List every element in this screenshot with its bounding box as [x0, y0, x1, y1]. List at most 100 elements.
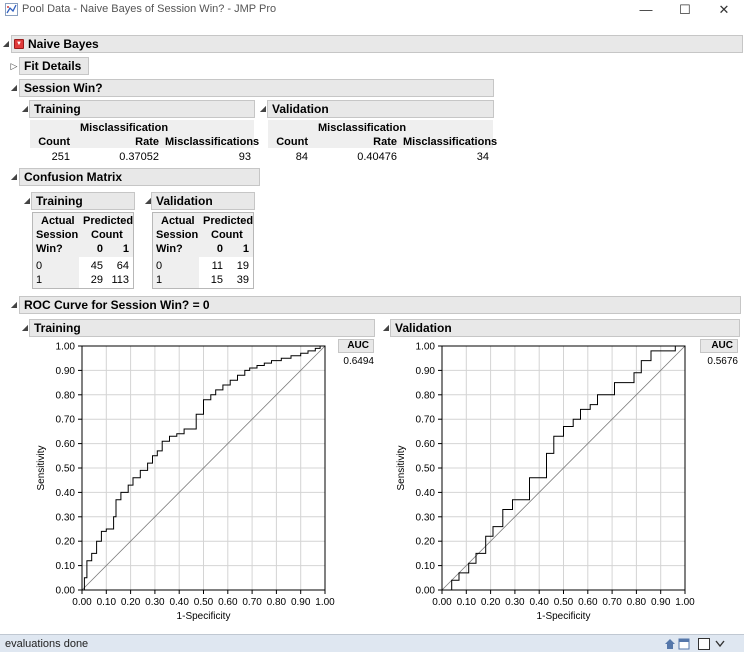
maximize-button[interactable]: ☐	[667, 0, 703, 20]
y-tick-label: 0.00	[416, 586, 436, 597]
roc-chart-training[interactable]: 0.00 0.10 0.20 0.30 0.40 0.50 0.60 0.70 0.80 0.90…	[30, 338, 338, 628]
cm-session-label: Session	[156, 229, 199, 241]
x-tick-label: 0.70	[242, 597, 262, 608]
disclosure-open-icon[interactable]: ◢	[9, 168, 19, 186]
y-tick-label: 0.30	[416, 512, 436, 523]
fit-validation-title: Validation	[272, 102, 329, 116]
cm-win-label: Win?	[156, 243, 183, 255]
disclosure-open-icon[interactable]: ◢	[1, 35, 11, 53]
col-header-rate-1: Misclassification	[318, 122, 407, 134]
roc-chart-validation[interactable]: 0.00 0.10 0.20 0.30 0.40 0.50 0.60 0.70 0.80 0.90…	[390, 338, 698, 628]
col-header-count: Count	[38, 136, 70, 148]
cm-pred-level-0: 0	[96, 243, 103, 255]
col-header-misclassifications: Misclassifications	[403, 136, 498, 148]
cm-validation-header[interactable]: Validation	[151, 192, 255, 210]
roc-validation-header[interactable]: Validation	[390, 319, 740, 337]
title-bar: Pool Data - Naive Bayes of Session Win? …	[0, 0, 744, 20]
red-triangle-menu-icon[interactable]: ▼	[14, 39, 24, 49]
cm-cell: 29	[90, 274, 103, 286]
y-axis-label: Sensitivity	[36, 445, 47, 490]
cm-win-label: Win?	[36, 243, 63, 255]
y-tick-label: 0.20	[416, 537, 436, 548]
checkbox-icon[interactable]	[698, 638, 710, 650]
auc-header-training: AUC	[338, 339, 374, 353]
cm-cell: 113	[111, 274, 129, 286]
x-axis-label: 1-Specificity	[537, 611, 591, 622]
x-tick-label: 0.40	[529, 597, 549, 608]
x-tick-label: 0.10	[97, 597, 117, 608]
y-tick-label: 0.10	[416, 561, 436, 572]
x-tick-label: 0.30	[145, 597, 165, 608]
cm-actual-level-1: 1	[156, 274, 163, 286]
cm-training-title: Training	[36, 194, 83, 208]
col-header-count: Count	[276, 136, 308, 148]
y-tick-label: 0.50	[416, 464, 436, 475]
window-title: Pool Data - Naive Bayes of Session Win? …	[22, 3, 277, 15]
x-tick-label: 0.80	[627, 597, 647, 608]
fit-validation-header[interactable]: Validation	[267, 100, 494, 118]
fit-training-header[interactable]: Training	[29, 100, 255, 118]
cm-cell: 39	[236, 274, 249, 286]
auc-value-validation: 0.5676	[707, 356, 738, 367]
cm-training-header[interactable]: Training	[31, 192, 135, 210]
x-tick-label: 0.00	[72, 597, 92, 608]
window-list-icon[interactable]	[678, 638, 690, 650]
auc-value-training: 0.6494	[343, 356, 374, 367]
status-bar: evaluations done	[0, 634, 744, 652]
x-tick-label: 0.30	[505, 597, 525, 608]
fit-details-title: Fit Details	[24, 59, 82, 73]
fit-details-header[interactable]: Fit Details	[19, 57, 89, 75]
home-icon[interactable]	[664, 638, 676, 650]
session-win-header[interactable]: Session Win?	[19, 79, 494, 97]
roc-training-header[interactable]: Training	[29, 319, 375, 337]
disclosure-open-icon[interactable]: ◢	[9, 296, 19, 314]
roc-validation-title: Validation	[395, 321, 452, 335]
x-tick-label: 1.00	[315, 597, 335, 608]
confusion-matrix-header[interactable]: Confusion Matrix	[19, 168, 260, 186]
x-tick-label: 0.90	[291, 597, 311, 608]
x-tick-label: 1.00	[675, 597, 695, 608]
naive-bayes-header[interactable]: Naive Bayes	[11, 35, 743, 53]
y-tick-label: 0.70	[416, 415, 436, 426]
cm-predicted-label: Predicted	[83, 215, 134, 227]
y-axis-label: Sensitivity	[396, 445, 407, 490]
x-axis-label: 1-Specificity	[177, 611, 231, 622]
y-tick-label: 0.00	[56, 586, 76, 597]
x-tick-label: 0.20	[121, 597, 141, 608]
cm-training-table: Actual Session Win? Predicted Count 0 1 …	[32, 212, 134, 289]
jmp-app-icon	[5, 3, 18, 16]
x-tick-label: 0.50	[194, 597, 214, 608]
x-tick-label: 0.60	[578, 597, 598, 608]
disclosure-closed-icon[interactable]: ▷	[9, 57, 19, 75]
training-misclassifications-value: 93	[238, 151, 251, 163]
confusion-matrix-title: Confusion Matrix	[24, 170, 122, 184]
y-tick-label: 0.20	[56, 537, 76, 548]
x-tick-label: 0.00	[432, 597, 452, 608]
y-tick-label: 0.40	[56, 488, 76, 499]
roc-training-title: Training	[34, 321, 81, 335]
y-tick-label: 0.60	[56, 439, 76, 450]
cm-pred-level-1: 1	[242, 243, 249, 255]
y-tick-label: 0.50	[56, 464, 76, 475]
naive-bayes-title: Naive Bayes	[28, 37, 99, 51]
cm-cell: 11	[211, 260, 223, 272]
session-win-title: Session Win?	[24, 81, 103, 95]
cm-cell: 15	[210, 274, 223, 286]
col-header-rate-2: Rate	[135, 136, 159, 148]
cm-predicted-label: Predicted	[203, 215, 254, 227]
fit-training-title: Training	[34, 102, 81, 116]
roc-header[interactable]: ROC Curve for Session Win? = 0	[19, 296, 741, 314]
disclosure-open-icon[interactable]: ◢	[9, 79, 19, 97]
col-header-misclassifications: Misclassifications	[165, 136, 260, 148]
y-tick-label: 0.90	[416, 366, 436, 377]
close-button[interactable]: ✕	[706, 0, 742, 20]
cm-session-label: Session	[36, 229, 79, 241]
x-tick-label: 0.80	[267, 597, 287, 608]
validation-misclassifications-value: 34	[476, 151, 489, 163]
minimize-button[interactable]: —	[628, 0, 664, 20]
y-tick-label: 0.90	[56, 366, 76, 377]
validation-count-value: 84	[295, 151, 308, 163]
cm-pred-level-0: 0	[216, 243, 223, 255]
chevron-down-icon[interactable]	[715, 640, 725, 648]
x-tick-label: 0.90	[651, 597, 671, 608]
